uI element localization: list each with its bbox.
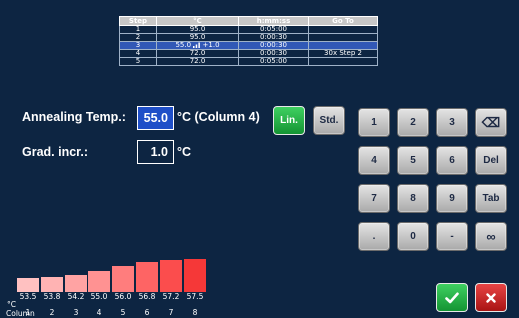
key-3[interactable]: 3 [436, 108, 468, 137]
gradient-temp-label: 57.5 [186, 292, 204, 301]
linear-mode-button[interactable]: Lin. [273, 106, 305, 135]
grad-increment-unit: °C [177, 145, 192, 159]
gradient-temp-label: 57.2 [162, 292, 180, 301]
gradient-column-number: 6 [144, 308, 150, 317]
cell-goto [308, 25, 378, 34]
confirm-button[interactable] [436, 283, 468, 312]
backspace-key[interactable]: ⌫ [475, 108, 507, 137]
gradient-column-number: 1 [25, 308, 31, 317]
checkmark-icon [445, 292, 459, 303]
grad-increment-label: Grad. incr.: [22, 145, 88, 159]
backspace-icon: ⌫ [481, 114, 501, 130]
key-0[interactable]: 0 [397, 222, 429, 251]
table-row-step-2[interactable]: 2 95.0 0:00:30 [119, 33, 378, 42]
key-7[interactable]: 7 [358, 184, 390, 213]
table-row-step-4[interactable]: 4 72.0 0:00:30 30x Step 2 [119, 49, 378, 58]
key-8[interactable]: 8 [397, 184, 429, 213]
close-icon [486, 292, 496, 303]
key-9[interactable]: 9 [436, 184, 468, 213]
gradient-column-number: 4 [96, 308, 102, 317]
gradient-temp-label: 56.8 [138, 292, 156, 301]
cell-goto: 30x Step 2 [308, 49, 378, 58]
table-row-step-1[interactable]: 1 95.0 0:05:00 [119, 25, 378, 34]
chart-unit-label: °C [7, 300, 16, 309]
gradient-temp-label: 55.0 [90, 292, 108, 301]
gradient-bar-column-6 [136, 262, 158, 292]
table-row-step-5[interactable]: 5 72.0 0:05:00 [119, 57, 378, 66]
cell-temperature: 95.0 [156, 33, 239, 42]
annealing-temp-label: Annealing Temp.: [22, 110, 126, 124]
key-1[interactable]: 1 [358, 108, 390, 137]
header-goto: Go To [308, 16, 378, 26]
delete-key[interactable]: Del [475, 146, 507, 175]
annealing-temp-field[interactable]: 55.0 [137, 106, 174, 130]
gradient-column-number: 5 [120, 308, 126, 317]
gradient-column-number: 3 [73, 308, 79, 317]
gradient-temp-label: 56.0 [114, 292, 132, 301]
gradient-icon [193, 42, 201, 48]
key-4[interactable]: 4 [358, 146, 390, 175]
gradient-bar-column-1 [17, 278, 39, 292]
gradient-column-number: 2 [49, 308, 55, 317]
cell-gradient-value: +1.0 [202, 41, 220, 49]
standard-mode-button[interactable]: Std. [313, 106, 345, 135]
cell-step: 5 [119, 57, 157, 66]
gradient-bar-column-5 [112, 266, 134, 292]
cancel-button[interactable] [475, 283, 507, 312]
grad-increment-field[interactable]: 1.0 [137, 140, 174, 164]
infinity-key[interactable]: ∞ [475, 222, 507, 251]
cell-time: 0:05:00 [238, 57, 309, 66]
cell-temperature: 55.0 [175, 41, 192, 49]
program-table: Step °C h:mm:ss Go To 1 95.0 0:05:00 2 9… [119, 16, 378, 66]
minus-key[interactable]: - [436, 222, 468, 251]
annealing-temp-unit: °C (Column 4) [177, 110, 260, 124]
key-6[interactable]: 6 [436, 146, 468, 175]
table-header-row: Step °C h:mm:ss Go To [119, 16, 378, 26]
gradient-temp-label: 54.2 [67, 292, 85, 301]
tab-key[interactable]: Tab [475, 184, 507, 213]
cell-goto [308, 57, 378, 66]
gradient-bar-column-8 [184, 259, 206, 292]
cell-temperature: 72.0 [156, 57, 239, 66]
decimal-key[interactable]: . [358, 222, 390, 251]
cell-goto [308, 33, 378, 42]
gradient-bar-column-4 [88, 271, 110, 292]
key-2[interactable]: 2 [397, 108, 429, 137]
gradient-bar-column-7 [160, 260, 182, 292]
gradient-temp-label: 53.5 [19, 292, 37, 301]
infinity-icon: ∞ [486, 229, 496, 244]
key-5[interactable]: 5 [397, 146, 429, 175]
gradient-column-number: 8 [192, 308, 198, 317]
gradient-temp-label: 53.8 [43, 292, 61, 301]
gradient-bar-column-3 [65, 275, 87, 292]
gradient-bar-column-2 [41, 277, 63, 292]
gradient-column-number: 7 [168, 308, 174, 317]
